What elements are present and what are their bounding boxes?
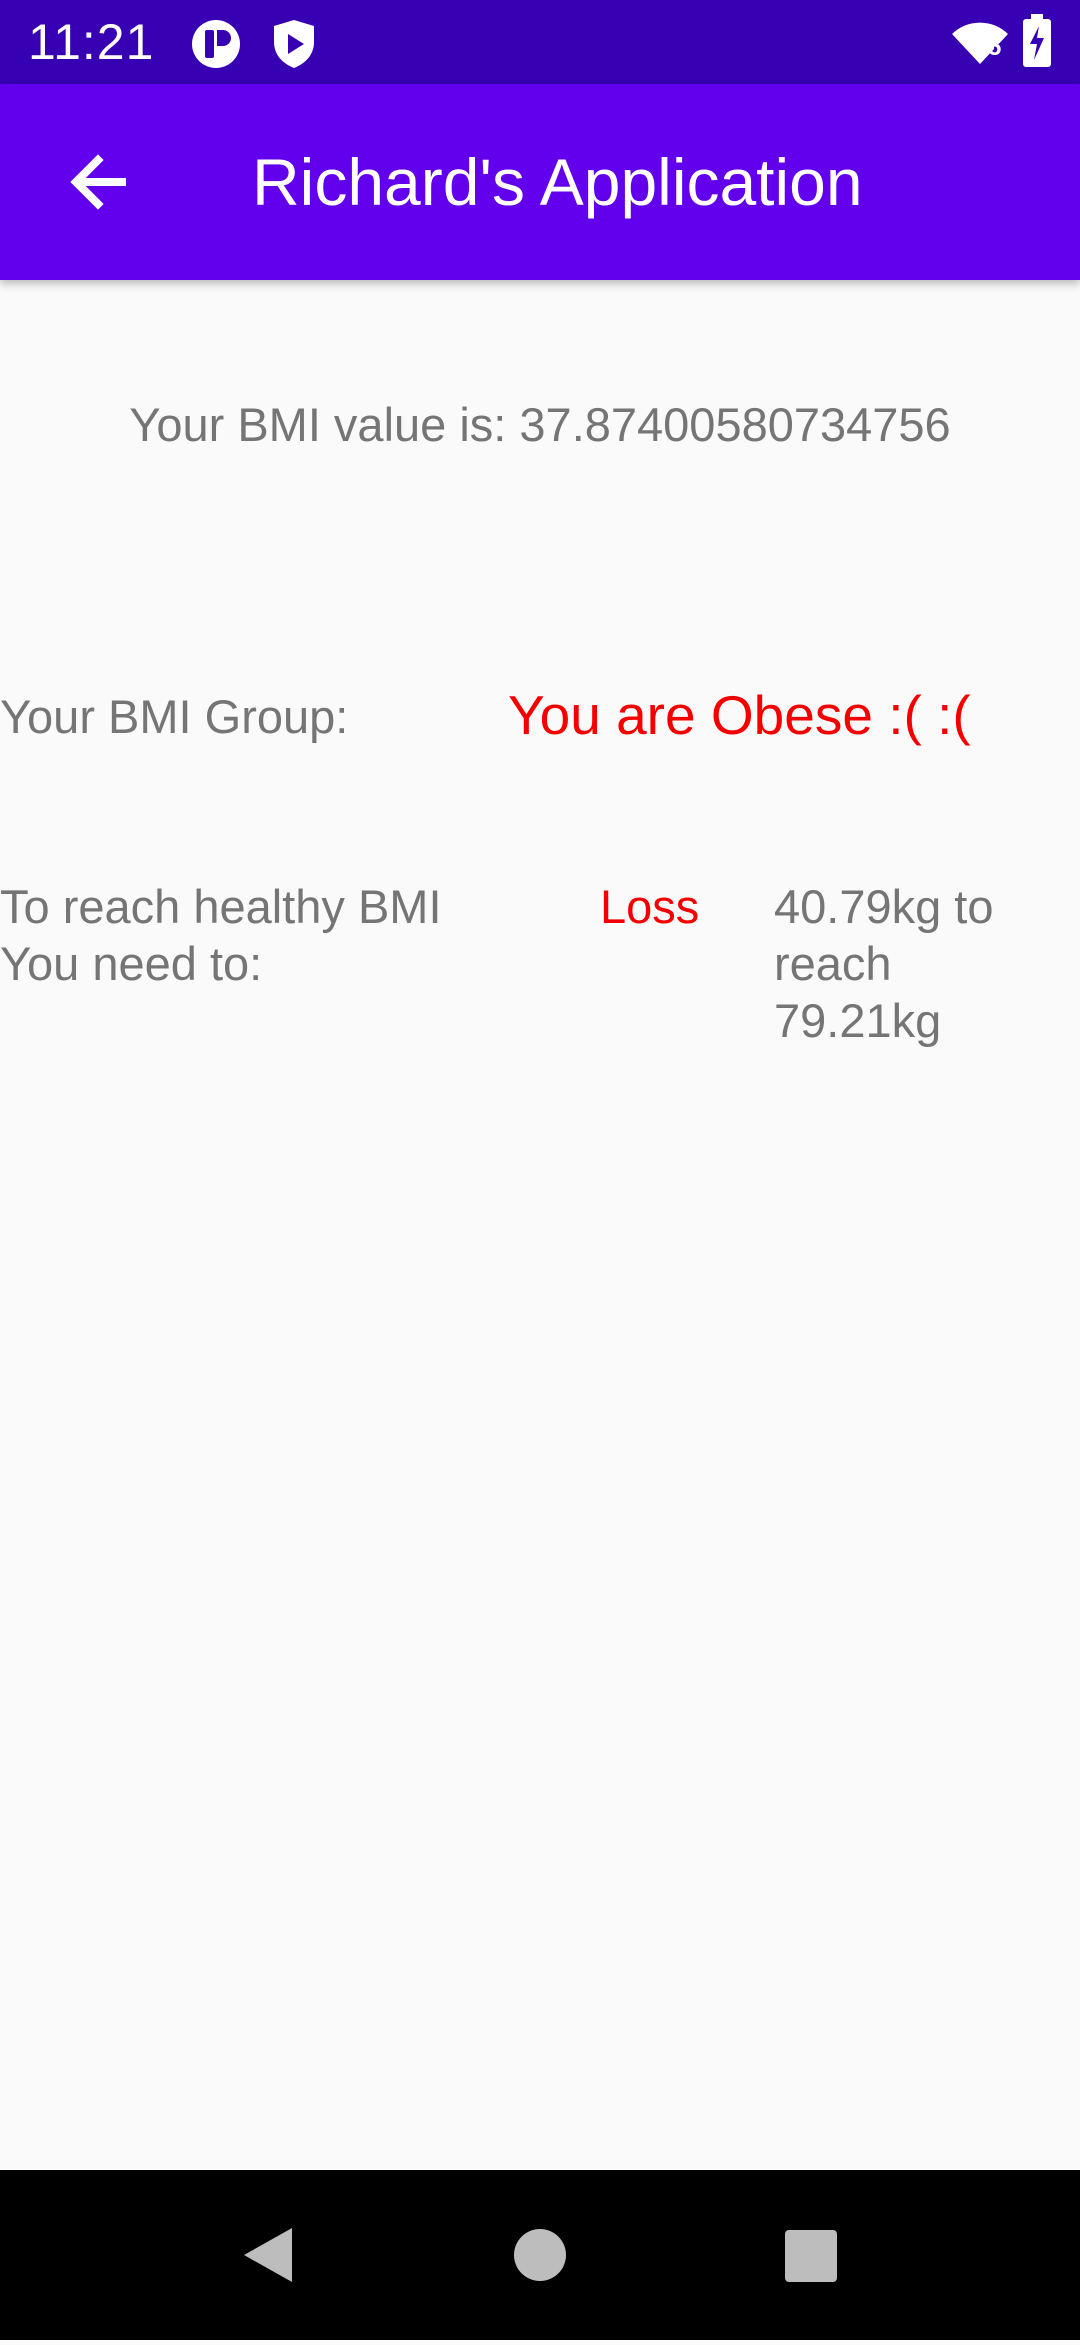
back-triangle-icon <box>186 2228 346 2344</box>
battery-charging-icon <box>1022 14 1052 73</box>
app-title: Richard's Application <box>252 145 863 219</box>
shield-play-icon <box>270 18 318 75</box>
nav-recents-button[interactable] <box>730 2170 890 2340</box>
weight-amount-text: 40.79kg to reach 79.21kg <box>774 880 994 1047</box>
nav-home-button[interactable] <box>460 2170 620 2340</box>
app-bar: Richard's Application <box>0 84 1080 280</box>
nav-back-button[interactable] <box>186 2170 346 2340</box>
status-bar: 11:21 5 <box>0 0 1080 84</box>
status-time: 11:21 <box>28 14 155 70</box>
arrow-back-icon <box>56 154 140 228</box>
weight-action-text: Loss <box>600 880 700 933</box>
wifi-badge: 5 <box>988 34 1002 61</box>
bmi-group-label: Your BMI Group: <box>0 690 349 743</box>
bmi-result-content: Your BMI value is: 37.87400580734756 You… <box>0 280 1080 2170</box>
bmi-group-value: You are Obese :( :( <box>508 684 971 746</box>
healthy-bmi-label: To reach healthy BMI You need to: <box>0 880 442 990</box>
recents-square-icon <box>730 2230 890 2344</box>
home-circle-icon <box>460 2229 620 2344</box>
back-button[interactable] <box>56 140 140 224</box>
notification-app-icon <box>190 18 242 75</box>
system-nav-bar <box>0 2170 1080 2340</box>
bmi-value-text: Your BMI value is: 37.87400580734756 <box>129 398 951 451</box>
